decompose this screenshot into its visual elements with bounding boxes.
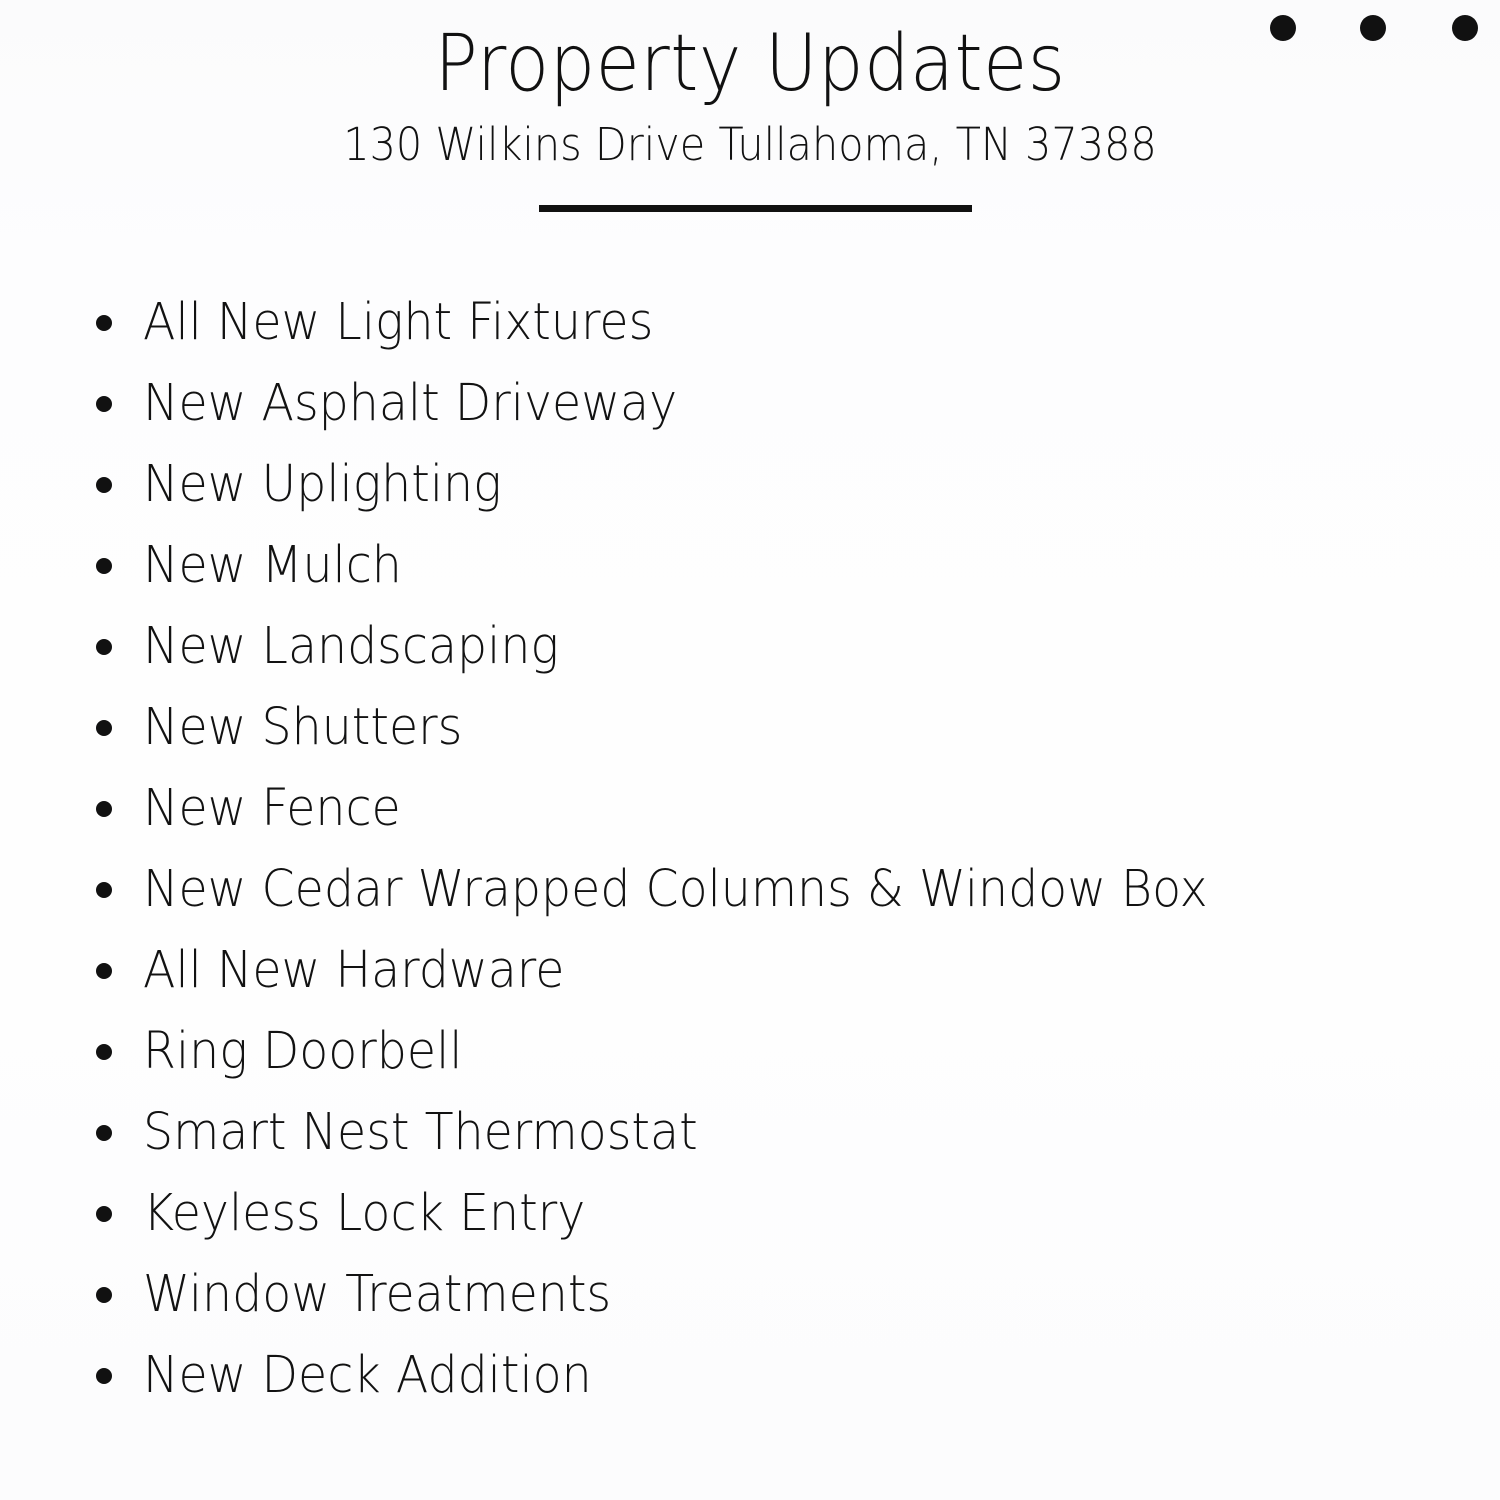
list-item: New Mulch [90,525,1430,606]
list-item-label: Smart Nest Thermostat [143,1103,698,1162]
bullet-icon [96,1367,112,1384]
list-item-label: New Asphalt Driveway [143,374,678,433]
bullet-icon [96,1286,112,1303]
list-item: New Landscaping [90,606,1430,687]
list-item-label: Window Treatments [143,1265,612,1324]
list-item-label: All New Light Fixtures [143,293,654,352]
bullet-icon [96,800,112,817]
list-item-label: New Mulch [143,536,402,595]
list-item-label: New Fence [143,779,401,838]
bullet-icon [96,557,112,574]
bullet-icon [96,881,112,898]
bullet-icon [96,476,112,493]
list-item: New Shutters [90,687,1430,768]
property-address: 130 Wilkins Drive Tullahoma, TN 37388 [343,118,1157,172]
bullet-icon [96,962,112,979]
list-item-label: All New Hardware [143,941,565,1000]
list-item: New Fence [90,768,1430,849]
list-item-label: Ring Doorbell [143,1022,463,1081]
list-item: All New Light Fixtures [90,282,1430,363]
bullet-icon [96,1205,112,1222]
list-item: Keyless Lock Entry [90,1173,1430,1254]
list-item: New Deck Addition [90,1335,1430,1416]
bullet-icon [96,1043,112,1060]
header-divider [539,205,972,212]
list-item-label: New Uplighting [143,455,502,514]
list-item-label: Keyless Lock Entry [143,1184,586,1243]
list-item: New Cedar Wrapped Columns & Window Box [90,849,1430,930]
bullet-icon [96,395,112,412]
property-updates-page: Property Updates 130 Wilkins Drive Tulla… [0,0,1500,1500]
list-item: Window Treatments [90,1254,1430,1335]
list-item-label: New Landscaping [143,617,559,676]
list-item: New Uplighting [90,444,1430,525]
bullet-icon [96,638,112,655]
bullet-icon [96,719,112,736]
list-item-label: New Cedar Wrapped Columns & Window Box [143,860,1208,919]
bullet-icon [96,314,112,331]
page-title: Property Updates [434,19,1066,109]
bullet-icon [96,1124,112,1141]
list-item: Ring Doorbell [90,1011,1430,1092]
document-header: Property Updates 130 Wilkins Drive Tulla… [0,0,1500,170]
list-item-label: New Shutters [143,698,463,757]
list-item: All New Hardware [90,930,1430,1011]
list-item: Smart Nest Thermostat [90,1092,1430,1173]
list-item: New Asphalt Driveway [90,363,1430,444]
property-updates-list: All New Light Fixtures New Asphalt Drive… [90,282,1430,1416]
list-item-label: New Deck Addition [143,1346,592,1405]
